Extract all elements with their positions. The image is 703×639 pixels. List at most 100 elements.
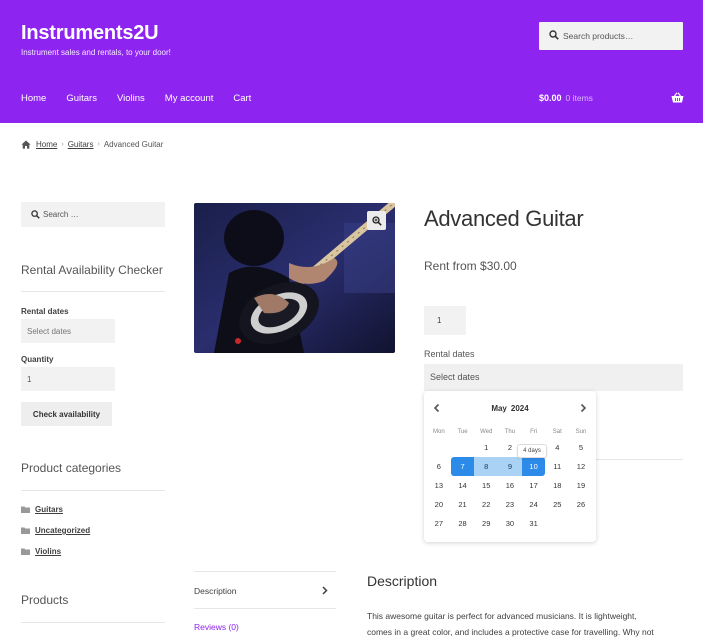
- header-search-input[interactable]: [563, 27, 678, 45]
- product-title: Advanced Guitar: [424, 206, 584, 231]
- divider: [596, 459, 683, 460]
- category-link-violins[interactable]: Violins: [35, 547, 61, 556]
- calendar-month-year: May 2024: [424, 404, 596, 413]
- calendar-day[interactable]: 24: [522, 495, 546, 514]
- chevron-right-icon: [322, 586, 328, 595]
- calendar-day[interactable]: 18: [545, 476, 569, 495]
- breadcrumb-guitars[interactable]: Guitars: [68, 140, 94, 149]
- sidebar-quantity-input[interactable]: [21, 367, 115, 391]
- calendar-day[interactable]: 6: [427, 457, 451, 476]
- nav-guitars[interactable]: Guitars: [66, 93, 97, 104]
- category-item-guitars: Guitars: [21, 505, 63, 514]
- calendar-day[interactable]: 10: [521, 457, 546, 476]
- calendar-day[interactable]: 23: [498, 495, 522, 514]
- calendar-day[interactable]: 29: [474, 514, 498, 533]
- calendar-day[interactable]: 1: [474, 438, 498, 457]
- chevron-right-icon: ›: [61, 141, 64, 148]
- calendar-day[interactable]: 17: [522, 476, 546, 495]
- chevron-right-icon[interactable]: [578, 403, 588, 413]
- divider: [194, 608, 336, 609]
- nav-my-account[interactable]: My account: [165, 93, 214, 104]
- calendar-day[interactable]: 22: [474, 495, 498, 514]
- site-description: Instrument sales and rentals, to your do…: [21, 48, 171, 57]
- categories-widget-title: Product categories: [21, 461, 122, 475]
- breadcrumb-current: Advanced Guitar: [103, 140, 164, 149]
- calendar-day[interactable]: 9: [498, 457, 522, 476]
- calendar-day[interactable]: 11: [545, 457, 569, 476]
- header-search-box: [539, 22, 683, 50]
- weekday-header: Wed: [480, 429, 493, 435]
- calendar-day[interactable]: 12: [569, 457, 593, 476]
- calendar-day[interactable]: 4: [545, 438, 569, 457]
- calendar-day[interactable]: 16: [498, 476, 522, 495]
- category-link-guitars[interactable]: Guitars: [35, 505, 63, 514]
- zoom-in-icon: [371, 215, 382, 226]
- calendar-day[interactable]: 15: [474, 476, 498, 495]
- divider: [21, 622, 165, 623]
- nav-home[interactable]: Home: [21, 93, 46, 104]
- calendar-grid: Mon Tue Wed Thu Fri Sat Sun 1 2 4 5 6 7 8 9 10 11 12 13 14 1…: [427, 426, 593, 533]
- basket-icon[interactable]: [671, 92, 684, 103]
- description-line: This awesome guitar is perfect for advan…: [367, 611, 637, 621]
- availability-widget-title: Rental Availability Checker: [21, 263, 163, 277]
- sidebar-rental-dates-input[interactable]: [21, 319, 115, 343]
- weekday-header: Sat: [552, 429, 562, 435]
- calendar-day[interactable]: 7: [450, 457, 475, 476]
- breadcrumb: Home › Guitars › Advanced Guitar: [21, 140, 163, 149]
- breadcrumb-home[interactable]: Home: [36, 140, 57, 149]
- calendar-day[interactable]: 27: [427, 514, 451, 533]
- category-link-uncategorized[interactable]: Uncategorized: [35, 526, 90, 535]
- tab-description[interactable]: Description: [194, 586, 237, 596]
- date-picker-popup: May 2024 Mon Tue Wed Thu Fri Sat Sun 1 2 4 5 6 7 8 9 10 1…: [424, 391, 596, 542]
- folder-icon: [21, 527, 30, 534]
- chevron-right-icon: ›: [97, 141, 100, 148]
- calendar-day[interactable]: 21: [451, 495, 475, 514]
- calendar-day[interactable]: 19: [569, 476, 593, 495]
- calendar-day[interactable]: 30: [498, 514, 522, 533]
- calendar-day[interactable]: 5: [569, 438, 593, 457]
- description-text: This awesome guitar is perfect for advan…: [367, 608, 683, 639]
- calendar-month[interactable]: May: [491, 404, 507, 413]
- rental-dates-label: Rental dates: [424, 349, 475, 359]
- header-cart-link[interactable]: $0.00 0 items: [539, 93, 593, 103]
- rental-dates-label: Rental dates: [21, 307, 69, 316]
- range-length-tooltip: 4 days: [517, 444, 547, 458]
- weekday-header: Sun: [575, 429, 587, 435]
- divider: [194, 571, 336, 572]
- description-heading: Description: [367, 573, 438, 589]
- product-price: Rent from $30.00: [424, 259, 517, 273]
- calendar-day[interactable]: 8: [474, 457, 499, 476]
- quantity-input[interactable]: [424, 306, 466, 335]
- site-header: Instruments2U Instrument sales and renta…: [0, 0, 703, 123]
- calendar-day[interactable]: 20: [427, 495, 451, 514]
- zoom-button[interactable]: [367, 211, 386, 230]
- search-icon: [31, 210, 40, 219]
- folder-icon: [21, 548, 30, 555]
- check-availability-button[interactable]: Check availability: [21, 402, 112, 426]
- product-image[interactable]: [194, 203, 395, 353]
- calendar-day[interactable]: 25: [545, 495, 569, 514]
- category-item-uncategorized: Uncategorized: [21, 526, 90, 535]
- search-icon: [549, 30, 559, 40]
- calendar-day[interactable]: 31: [522, 514, 546, 533]
- calendar-day[interactable]: 26: [569, 495, 593, 514]
- calendar-empty-cell: [451, 438, 475, 457]
- nav-cart[interactable]: Cart: [233, 93, 251, 104]
- calendar-year[interactable]: 2024: [511, 404, 529, 413]
- description-line: comes in a great color, and includes a p…: [367, 627, 654, 637]
- calendar-empty-cell: [427, 438, 451, 457]
- tab-reviews[interactable]: Reviews (0): [194, 622, 239, 632]
- divider: [21, 490, 165, 491]
- products-widget-title: Products: [21, 593, 69, 607]
- nav-violins[interactable]: Violins: [117, 93, 145, 104]
- calendar-day[interactable]: 13: [427, 476, 451, 495]
- calendar-day[interactable]: 28: [451, 514, 475, 533]
- weekday-header: Thu: [504, 429, 516, 435]
- category-item-violins: Violins: [21, 547, 61, 556]
- rental-dates-field[interactable]: Select dates: [424, 364, 683, 391]
- calendar-day[interactable]: 14: [451, 476, 475, 495]
- sidebar-search-box: [21, 202, 165, 227]
- site-title-link[interactable]: Instruments2U: [21, 22, 159, 45]
- quantity-label: Quantity: [21, 355, 54, 364]
- sidebar-search-input[interactable]: [43, 206, 159, 223]
